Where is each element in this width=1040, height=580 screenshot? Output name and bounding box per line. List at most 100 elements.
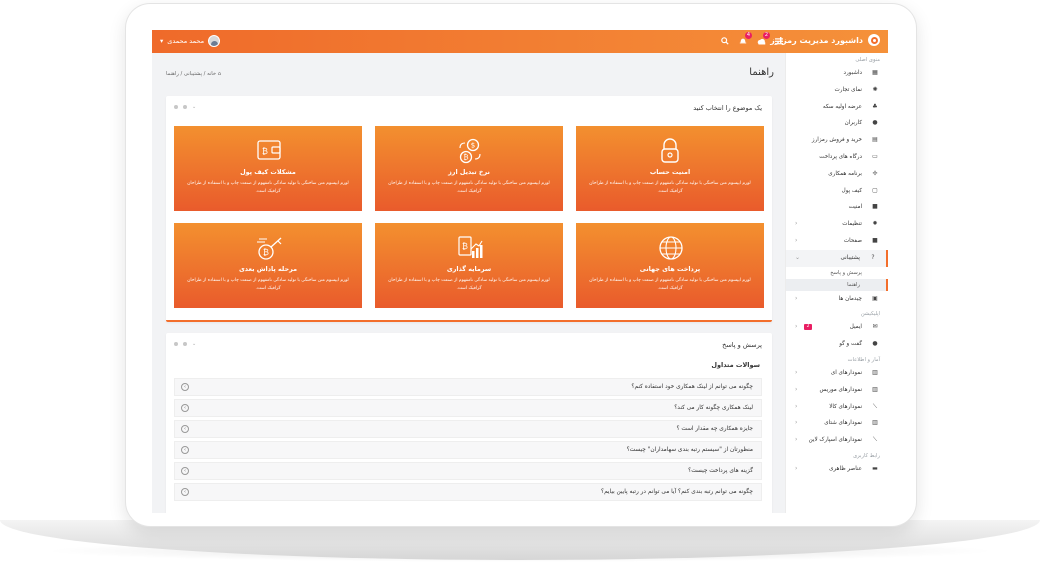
expand-icon[interactable]: ‹ bbox=[181, 488, 189, 496]
brand-logo-icon bbox=[868, 34, 880, 46]
sidebar-item-label: کیف پول bbox=[841, 187, 862, 194]
sidebar-item-ico[interactable]: ♣ عرضه اولیه سکه bbox=[786, 99, 888, 116]
sidebar-item-label: نمودارهای ای bbox=[830, 369, 862, 376]
chevron-left-icon: ‹ bbox=[795, 294, 798, 302]
faq-question: منظورتان از "سیستم رتبه بندی سهامداران" … bbox=[626, 447, 753, 453]
collapse-icon[interactable]: ⌄ bbox=[192, 342, 196, 347]
expand-icon[interactable]: ‹ bbox=[181, 467, 189, 475]
card-description: لورم ایپسوم متن ساختگی با تولید سادگی نا… bbox=[388, 278, 550, 291]
collapse-icon[interactable]: ⌄ bbox=[192, 105, 196, 110]
cloud-badge: 2 bbox=[763, 32, 770, 39]
user-menu[interactable]: ▾ محمد محمدی bbox=[160, 35, 221, 47]
globe-icon bbox=[659, 236, 683, 260]
chevron-left-icon: ‹ bbox=[795, 236, 798, 244]
faq-item[interactable]: جایزه همکاری چه مقدار است ؟ ‹ bbox=[174, 420, 762, 438]
topic-card-next-reward[interactable]: ₿ مرحله پاداش بعدی لورم ایپسوم متن ساختگ… bbox=[174, 223, 362, 308]
sidebar-item-ui-elements[interactable]: ▬ عناصر ظاهری ‹ bbox=[786, 461, 888, 478]
chevron-left-icon: ‹ bbox=[795, 419, 798, 427]
panel-title: پرسش و پاسخ bbox=[722, 341, 762, 349]
sidebar-subitem-faq[interactable]: پرسش و پاسخ bbox=[786, 267, 888, 279]
faq-panel: پرسش و پاسخ ⌄ سوالات متداول چگونه می توا… bbox=[166, 333, 772, 513]
card-description: لورم ایپسوم متن ساختگی با تولید سادگی نا… bbox=[589, 181, 751, 194]
sidebar-item-dashboard[interactable]: ▦ داشبورد bbox=[786, 65, 888, 82]
expand-icon[interactable]: ‹ bbox=[181, 425, 189, 433]
topic-card-account-security[interactable]: امنیت حساب لورم ایپسوم متن ساختگی با تول… bbox=[576, 126, 764, 211]
sidebar-subitem-guide[interactable]: راهنما bbox=[786, 278, 888, 291]
expand-icon[interactable]: ‹ bbox=[181, 446, 189, 454]
card-description: لورم ایپسوم متن ساختگی با تولید سادگی نا… bbox=[388, 181, 550, 194]
bar-chart-icon: ▥ bbox=[872, 385, 878, 393]
grid-icon: ▦ bbox=[872, 69, 878, 76]
sidebar-item-chat[interactable]: ● گفت و گو bbox=[786, 336, 888, 353]
faq-heading: سوالات متداول bbox=[711, 361, 760, 369]
sidebar-item-label: نمودارهای موریس bbox=[819, 386, 862, 393]
sidebar-item-chart-1[interactable]: ▥ نمودارهای ای ‹ bbox=[786, 365, 888, 382]
question-icon: ? bbox=[871, 253, 875, 261]
sidebar-item-chart-3[interactable]: ⟋ نمودارهای کالا ‹ bbox=[786, 399, 888, 416]
topic-card-wallet-issues[interactable]: ₿ مشکلات کیف پول لورم ایپسوم متن ساختگی … bbox=[174, 126, 362, 211]
database-icon: ▤ bbox=[872, 136, 878, 144]
sidebar-item-layouts[interactable]: ▣ چیدمان ها ‹ bbox=[786, 291, 888, 308]
sidebar-item-label: درگاه های پرداخت bbox=[819, 153, 862, 160]
faq-item[interactable]: منظورتان از "سیستم رتبه بندی سهامداران" … bbox=[174, 441, 762, 459]
sidebar-item-wallet[interactable]: ▢ کیف پول bbox=[786, 183, 888, 200]
faq-item[interactable]: گزینه های پرداخت چیست؟ ‹ bbox=[174, 462, 762, 480]
sidebar-item-security[interactable]: ■ امنیت bbox=[786, 199, 888, 216]
refresh-dot-icon[interactable] bbox=[183, 342, 187, 346]
sidebar-item-buy-sell[interactable]: ▤ خرید و فروش رمزارز bbox=[786, 132, 888, 149]
sidebar-item-support[interactable]: ? پشتیبانی ⌄ bbox=[786, 249, 888, 267]
cloud-icon[interactable]: 2 bbox=[756, 32, 770, 47]
menu-toggle-icon[interactable] bbox=[774, 35, 784, 47]
growth-chart-icon: ₿ bbox=[458, 236, 483, 258]
expand-icon[interactable]: ‹ bbox=[181, 383, 189, 391]
search-icon[interactable] bbox=[720, 35, 730, 47]
svg-text:₿: ₿ bbox=[262, 147, 268, 156]
bar-chart-icon: ▥ bbox=[872, 419, 878, 427]
expand-icon[interactable]: ‹ bbox=[181, 404, 189, 412]
line-chart-icon: ⟋ bbox=[872, 436, 878, 444]
faq-item[interactable]: چگونه می توانم از لینک همکاری خود استفاد… bbox=[174, 378, 762, 396]
sidebar-item-pages[interactable]: ■ صفحات ‹ bbox=[786, 233, 888, 250]
refresh-dot-icon[interactable] bbox=[183, 105, 187, 109]
card-title: مشکلات کیف پول bbox=[240, 168, 296, 176]
notification-badge: 4 bbox=[745, 32, 752, 39]
sidebar-item-chart-4[interactable]: ▥ نمودارهای شتای ‹ bbox=[786, 415, 888, 432]
bell-icon[interactable]: 4 bbox=[738, 32, 752, 47]
sidebar-item-label: برنامه همکاری bbox=[828, 170, 862, 177]
page-title: راهنما bbox=[749, 67, 774, 78]
breadcrumb-home[interactable]: خانه bbox=[207, 71, 216, 77]
sidebar-item-settings[interactable]: ✹ تنظیمات ‹ bbox=[786, 216, 888, 233]
sidebar-item-trade-view[interactable]: ✺ نمای تجارت bbox=[786, 82, 888, 99]
sidebar-item-email[interactable]: ✉ ایمیل 2 ‹ bbox=[786, 319, 888, 336]
faq-item[interactable]: چگونه می توانم رتبه بندی کنم؟ آیا می توا… bbox=[174, 483, 762, 501]
sidebar-item-label: نمودارهای اسپارک لاین bbox=[808, 437, 862, 444]
sidebar-item-affiliate[interactable]: ✢ برنامه همکاری bbox=[786, 166, 888, 183]
lock-icon: ■ bbox=[872, 203, 878, 211]
close-dot-icon[interactable] bbox=[174, 105, 178, 109]
close-dot-icon[interactable] bbox=[174, 342, 178, 346]
card-title: سرمایه گذاری bbox=[446, 265, 492, 273]
sidebar-item-label: تنظیمات bbox=[842, 221, 862, 228]
topic-card-investment[interactable]: ₿ سرمایه گذاری لورم ایپسوم متن ساختگی با… bbox=[375, 223, 563, 308]
faq-item[interactable]: لینک همکاری چگونه کار می کند؟ ‹ bbox=[174, 399, 762, 417]
brand-title: داشبورد مدیریت رمزارز bbox=[770, 35, 863, 45]
sidebar-item-users[interactable]: ● کاربران bbox=[786, 115, 888, 132]
chevron-left-icon: ‹ bbox=[795, 323, 798, 331]
faq-question: چگونه می توانم از لینک همکاری خود استفاد… bbox=[631, 384, 753, 390]
sidebar-item-chart-5[interactable]: ⟋ نمودارهای اسپارک لاین ‹ bbox=[786, 432, 888, 449]
exchange-icon: $₿ bbox=[459, 138, 481, 164]
avatar bbox=[208, 35, 221, 47]
topic-card-global-payments[interactable]: پرداخت های جهانی لورم ایپسوم متن ساختگی … bbox=[576, 223, 764, 308]
sidebar-section-charts: آمار و اطلاعات bbox=[847, 356, 880, 363]
breadcrumb-sep: / bbox=[203, 71, 206, 77]
breadcrumb-support[interactable]: پشتیبانی bbox=[184, 71, 202, 77]
faq-question: جایزه همکاری چه مقدار است ؟ bbox=[676, 426, 753, 432]
sidebar-item-payment-gateways[interactable]: ▭ درگاه های پرداخت bbox=[786, 149, 888, 166]
sidebar-item-chart-2[interactable]: ▥ نمودارهای موریس ‹ bbox=[786, 382, 888, 399]
svg-text:₿: ₿ bbox=[462, 242, 468, 251]
sidebar-item-label: امنیت bbox=[848, 204, 862, 211]
brand[interactable]: داشبورد مدیریت رمزارز bbox=[770, 34, 880, 46]
sidebar-item-label: داشبورد bbox=[843, 70, 862, 76]
folder-icon: ▬ bbox=[872, 464, 878, 472]
topic-card-exchange-rate[interactable]: $ ₿ نرخ تبدیل ارز لورم ایپسوم متن ساختگی … bbox=[375, 126, 563, 211]
